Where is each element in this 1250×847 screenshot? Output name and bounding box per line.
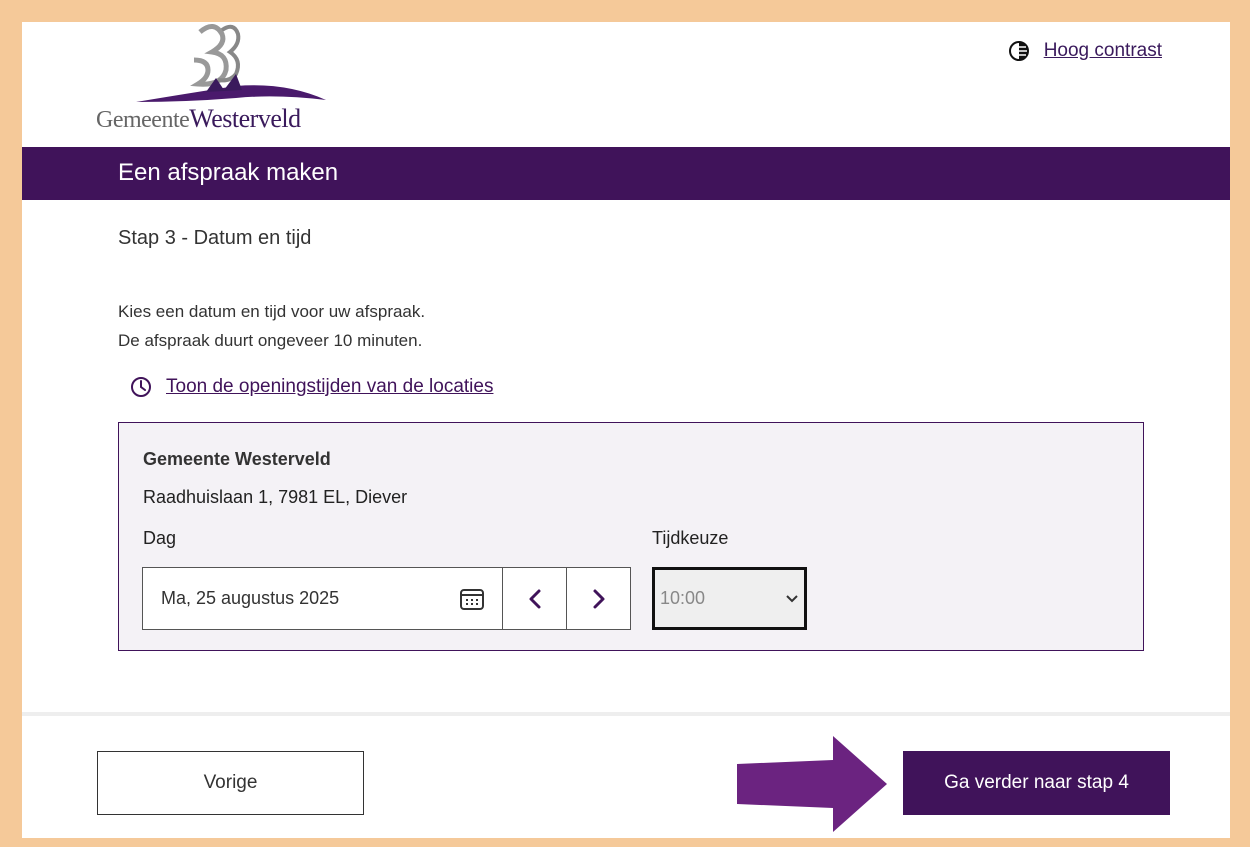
- calendar-icon[interactable]: [459, 587, 485, 611]
- high-contrast-toggle[interactable]: Hoog contrast: [1008, 40, 1162, 62]
- chevron-right-icon: [593, 589, 604, 608]
- footer-nav: Vorige Ga verder naar stap 4: [22, 712, 1230, 838]
- step-title: Stap 3 - Datum en tijd: [118, 227, 312, 249]
- logo[interactable]: GemeenteWesterveld: [96, 22, 356, 137]
- chevron-down-icon: [786, 594, 798, 602]
- page-title: Een afspraak maken: [118, 159, 339, 186]
- banner: Een afspraak maken: [22, 147, 1230, 200]
- contrast-icon: [1008, 41, 1029, 61]
- chevron-left-icon: [529, 589, 540, 608]
- arrow-right-icon: [737, 736, 887, 832]
- opening-hours-toggle[interactable]: Toon de openingstijden van de locaties: [130, 376, 493, 398]
- location-address: Raadhuislaan 1, 7981 EL, Diever: [143, 487, 408, 507]
- location-name: Gemeente Westerveld: [143, 449, 331, 469]
- date-value: Ma, 25 augustus 2025: [161, 588, 340, 608]
- date-input[interactable]: Ma, 25 augustus 2025: [142, 567, 504, 630]
- logo-text: GemeenteWesterveld: [96, 104, 301, 133]
- high-contrast-link[interactable]: Hoog contrast: [1044, 40, 1162, 62]
- next-step-button[interactable]: Ga verder naar stap 4: [903, 751, 1170, 815]
- location-card: Gemeente Westerveld Raadhuislaan 1, 7981…: [118, 422, 1144, 651]
- time-value: 10:00: [660, 588, 706, 608]
- opening-hours-link[interactable]: Toon de openingstijden van de locaties: [166, 376, 493, 398]
- page: GemeenteWesterveld Hoog contrast Een afs…: [22, 22, 1230, 838]
- day-label: Dag: [143, 528, 177, 548]
- intro-text: Kies een datum en tijd voor uw afspraak.…: [118, 297, 425, 355]
- clock-icon: [131, 377, 151, 397]
- time-select[interactable]: 10:00: [652, 567, 807, 630]
- previous-day-button[interactable]: [502, 567, 567, 630]
- intro-line-2: De afspraak duurt ongeveer 10 minuten.: [118, 331, 423, 350]
- intro-line-1: Kies een datum en tijd voor uw afspraak.: [118, 302, 426, 321]
- previous-button[interactable]: Vorige: [97, 751, 364, 815]
- time-label: Tijdkeuze: [652, 528, 729, 548]
- next-day-button[interactable]: [566, 567, 631, 630]
